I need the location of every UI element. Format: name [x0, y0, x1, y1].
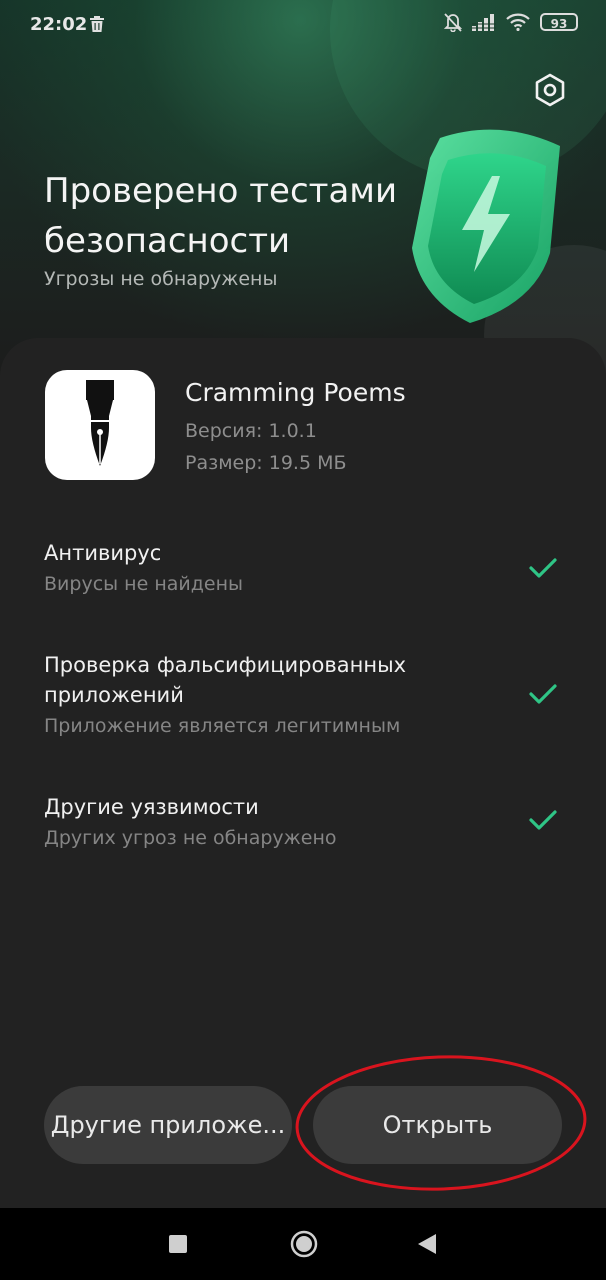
check-fake-apps: Проверка фальсифицированных приложений П… [44, 650, 564, 740]
check-title: Проверка фальсифицированных приложений [44, 653, 407, 707]
other-apps-button[interactable]: Другие приложе... [44, 1086, 292, 1164]
checkmark-icon [529, 558, 557, 578]
page-title: Проверено тестами безопасности [44, 171, 398, 261]
check-description: Вирусы не найдены [44, 573, 243, 595]
check-antivirus: Антивирус Вирусы не найдены [44, 538, 564, 598]
screen: 22:02 93 Проверено тестами безопасности … [0, 0, 606, 1280]
status-time: 22:02 [30, 14, 88, 35]
wifi-icon [506, 13, 530, 31]
checkmark-icon [529, 684, 557, 704]
shield-lightning-icon [412, 129, 560, 323]
check-title: Другие уязвимости [44, 795, 259, 819]
app-name: Cramming Poems [185, 378, 406, 407]
back-triangle-icon[interactable] [416, 1232, 438, 1256]
checkmark-icon [529, 810, 557, 830]
navigation-bar [0, 1208, 606, 1280]
check-description: Приложение является легитимным [44, 715, 401, 737]
app-size: Размер: 19.5 МБ [185, 452, 347, 474]
fountain-pen-icon [86, 380, 114, 466]
bell-off-icon [444, 13, 462, 32]
status-bar: 22:02 93 [0, 0, 606, 52]
battery-icon: 93 [540, 13, 578, 31]
status-icons: 93 [444, 12, 578, 32]
app-icon [45, 370, 155, 480]
trash-icon [90, 16, 104, 32]
check-description: Других угроз не обнаружено [44, 827, 337, 849]
recents-square-icon[interactable] [169, 1235, 187, 1253]
page-subtitle: Угрозы не обнаружены [44, 268, 278, 290]
highlight-annotation [295, 1055, 587, 1191]
signal-icon [472, 14, 496, 31]
settings-icon[interactable] [532, 72, 568, 108]
check-other-vulnerabilities: Другие уязвимости Других угроз не обнару… [44, 792, 564, 852]
check-title: Антивирус [44, 541, 162, 565]
app-version: Версия: 1.0.1 [185, 420, 317, 442]
home-circle-icon[interactable] [290, 1230, 318, 1258]
